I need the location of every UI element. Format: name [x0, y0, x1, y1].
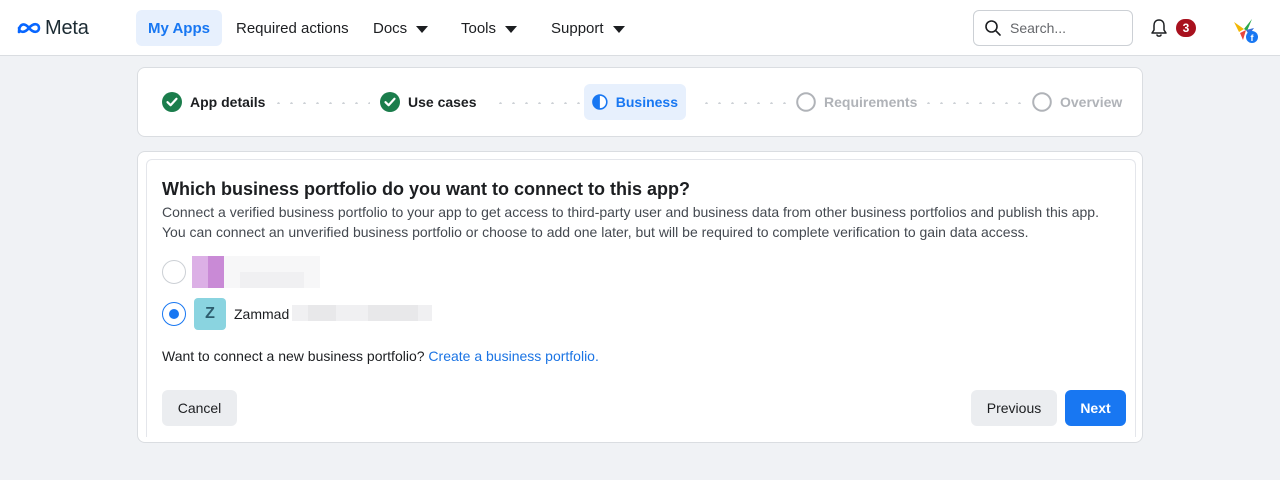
meta-logo[interactable]: Meta: [16, 17, 89, 39]
step-app-details[interactable]: App details: [162, 84, 265, 120]
connect-prompt: Want to connect a new business portfolio…: [162, 348, 599, 364]
step-overview-label: Overview: [1060, 94, 1123, 110]
empty-circle-icon: [1032, 92, 1052, 112]
connect-prompt-text: Want to connect a new business portfolio…: [162, 348, 425, 364]
top-navigation: Meta My Apps Required actions Docs Tools…: [0, 0, 1280, 56]
progress-stepper: App details Use cases Business Requireme…: [137, 67, 1143, 137]
nav-docs-label: Docs: [373, 19, 408, 37]
empty-circle-icon: [796, 92, 816, 112]
portfolio-name-zammad[interactable]: Zammad: [234, 306, 289, 322]
step-business-label: Business: [615, 94, 678, 110]
nav-my-apps[interactable]: My Apps: [136, 10, 222, 46]
step-connector: [272, 102, 370, 104]
step-connector: [494, 102, 584, 104]
nav-tools[interactable]: Tools: [449, 10, 529, 46]
notifications-bell-icon[interactable]: [1148, 17, 1170, 39]
check-circle-icon: [380, 92, 400, 112]
caret-down-icon: [416, 25, 429, 33]
step-app-details-label: App details: [190, 94, 266, 110]
nav-required-actions-label: Required actions: [236, 19, 349, 37]
portfolio-radio-1[interactable]: [162, 260, 186, 284]
step-connector: [922, 102, 1022, 104]
business-portfolio-card: Which business portfolio do you want to …: [137, 151, 1143, 443]
step-use-cases[interactable]: Use cases: [380, 84, 477, 120]
half-circle-progress-icon: [592, 94, 608, 110]
step-overview[interactable]: Overview: [1032, 84, 1122, 120]
portfolio-avatar: Z: [194, 298, 226, 330]
page-title: Which business portfolio do you want to …: [162, 179, 690, 199]
nav-my-apps-label: My Apps: [148, 19, 210, 37]
nav-required-actions[interactable]: Required actions: [224, 10, 361, 46]
search-icon: [985, 20, 1001, 36]
search-input[interactable]: Search...: [973, 10, 1133, 46]
nav-tools-label: Tools: [461, 19, 497, 37]
nav-support-label: Support: [551, 19, 604, 37]
search-placeholder: Search...: [1010, 20, 1067, 36]
step-business[interactable]: Business: [584, 84, 686, 120]
step-connector: [700, 102, 792, 104]
step-requirements[interactable]: Requirements: [796, 84, 917, 120]
redacted-portfolio-detail: [368, 305, 418, 321]
portfolio-radio-zammad[interactable]: [162, 302, 186, 326]
caret-down-icon: [505, 25, 518, 33]
redacted-portfolio-detail: [308, 305, 336, 321]
portfolio-avatar-letter: Z: [205, 305, 215, 322]
meta-infinity-icon: [17, 22, 41, 34]
create-business-portfolio-link[interactable]: Create a business portfolio.: [428, 348, 598, 364]
caret-down-icon: [612, 25, 625, 33]
nav-support[interactable]: Support: [539, 10, 637, 46]
meta-logo-text: Meta: [45, 16, 89, 39]
redacted-avatar: [192, 256, 208, 288]
page-description: Connect a verified business portfolio to…: [162, 204, 1099, 240]
next-button[interactable]: Next: [1065, 390, 1126, 426]
previous-button[interactable]: Previous: [971, 390, 1057, 426]
redacted-portfolio-name: [240, 272, 304, 288]
notification-count-badge[interactable]: 3: [1176, 19, 1196, 37]
cancel-button[interactable]: Cancel: [162, 390, 237, 426]
check-circle-icon: [162, 92, 182, 112]
redacted-avatar: [208, 256, 224, 288]
account-avatar-icon[interactable]: f: [1230, 16, 1260, 44]
step-requirements-label: Requirements: [824, 94, 918, 110]
nav-docs[interactable]: Docs: [361, 10, 440, 46]
step-use-cases-label: Use cases: [408, 94, 477, 110]
